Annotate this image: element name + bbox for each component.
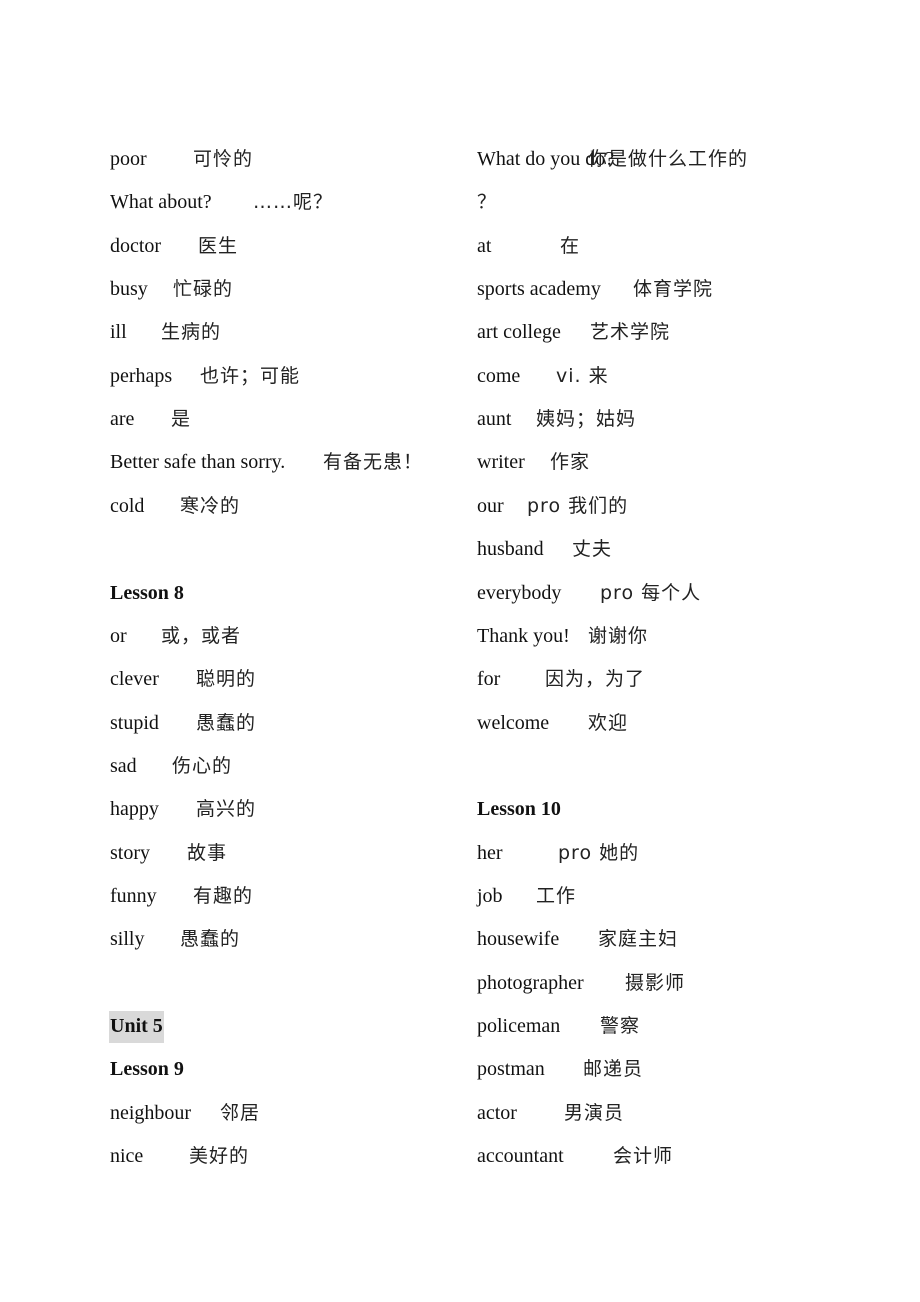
chinese-translation: 是	[171, 408, 192, 431]
chinese-translation: 愚蠢的	[180, 928, 241, 951]
chinese-translation: ……呢？	[253, 191, 334, 214]
unit-title: Unit 5	[109, 1011, 164, 1043]
chinese-translation: ？	[477, 191, 498, 214]
english-term: are	[110, 408, 135, 431]
english-term: story	[110, 841, 150, 864]
unit-heading: Unit 5	[109, 1011, 164, 1043]
chinese-translation: 家庭主妇	[598, 928, 679, 951]
english-term: come	[477, 364, 521, 387]
chinese-translation: 有备无患！	[323, 451, 424, 474]
english-term: policeman	[477, 1015, 561, 1037]
chinese-translation: 美好的	[189, 1145, 250, 1168]
english-term: postman	[477, 1058, 545, 1081]
english-term: writer	[477, 451, 525, 474]
chinese-translation: 你是做什么工作的	[588, 148, 749, 170]
chinese-translation: 警察	[600, 1015, 641, 1037]
english-term: housewife	[477, 928, 560, 951]
english-term: happy	[110, 798, 159, 821]
lesson-heading: Lesson 10	[477, 794, 561, 824]
chinese-translation: 可怜的	[193, 148, 254, 170]
chinese-translation: 姨妈；姑妈	[536, 408, 637, 431]
english-term: What about?	[110, 191, 212, 214]
chinese-translation: 愚蠢的	[196, 711, 257, 734]
english-term: nice	[110, 1145, 144, 1168]
english-term: perhaps	[110, 364, 173, 387]
english-term: photographer	[477, 971, 584, 994]
lesson-title: Lesson 8	[110, 581, 184, 604]
lesson-title: Lesson 10	[477, 798, 561, 821]
english-term: or	[110, 624, 127, 647]
chinese-translation: 伤心的	[172, 754, 233, 777]
english-term: our	[477, 494, 504, 517]
lesson-heading: Lesson 9	[110, 1054, 184, 1084]
lesson-heading: Lesson 8	[110, 578, 184, 608]
english-term: clever	[110, 668, 159, 691]
english-term: sports academy	[477, 278, 601, 301]
english-term: everybody	[477, 581, 562, 604]
english-term: cold	[110, 494, 145, 517]
english-term: her	[477, 841, 503, 864]
chinese-translation: 或，或者	[161, 624, 242, 647]
english-term: doctor	[110, 234, 162, 257]
chinese-translation: 聪明的	[196, 668, 257, 691]
chinese-translation: 医生	[198, 234, 239, 257]
english-term: sad	[110, 754, 137, 777]
chinese-translation: 也许；可能	[200, 364, 301, 387]
english-term: stupid	[110, 711, 159, 734]
chinese-translation: pro 我们的	[527, 494, 629, 517]
chinese-translation: 邮递员	[583, 1058, 644, 1081]
english-term: for	[477, 668, 501, 691]
chinese-translation: 体育学院	[633, 278, 714, 301]
english-term: actor	[477, 1101, 517, 1124]
english-term: funny	[110, 884, 157, 907]
english-term: busy	[110, 278, 148, 301]
chinese-translation: 谢谢你	[588, 624, 649, 647]
english-term: poor	[110, 148, 147, 170]
chinese-translation: 有趣的	[193, 884, 254, 907]
english-term: job	[477, 884, 503, 907]
chinese-translation: 会计师	[613, 1145, 674, 1168]
chinese-translation: pro 她的	[558, 841, 640, 864]
lesson-title: Lesson 9	[110, 1058, 184, 1081]
chinese-translation: pro 每个人	[600, 581, 702, 604]
english-term: neighbour	[110, 1101, 192, 1124]
english-term: silly	[110, 928, 145, 951]
chinese-translation: vi. 来	[556, 364, 609, 387]
chinese-translation: 生病的	[161, 321, 222, 344]
chinese-translation: 欢迎	[588, 711, 629, 734]
english-term: Thank you!	[477, 624, 570, 647]
english-term: husband	[477, 538, 544, 561]
chinese-translation: 故事	[187, 841, 228, 864]
chinese-translation: 因为，为了	[545, 668, 646, 691]
chinese-translation: 男演员	[564, 1101, 625, 1124]
chinese-translation: 忙碌的	[173, 278, 234, 301]
english-term: aunt	[477, 408, 512, 431]
chinese-translation: 作家	[550, 451, 591, 474]
english-term: Better safe than sorry.	[110, 451, 286, 474]
chinese-translation: 在	[560, 234, 581, 257]
english-term: accountant	[477, 1145, 564, 1168]
chinese-translation: 摄影师	[625, 971, 686, 994]
english-term: art college	[477, 321, 561, 344]
english-term: at	[477, 234, 492, 257]
chinese-translation: 丈夫	[572, 538, 613, 561]
english-term: ill	[110, 321, 127, 344]
chinese-translation: 艺术学院	[590, 321, 671, 344]
chinese-translation: 高兴的	[196, 798, 257, 821]
chinese-translation: 寒冷的	[180, 494, 241, 517]
chinese-translation: 邻居	[220, 1101, 261, 1124]
chinese-translation: 工作	[536, 884, 577, 907]
english-term: welcome	[477, 711, 550, 734]
